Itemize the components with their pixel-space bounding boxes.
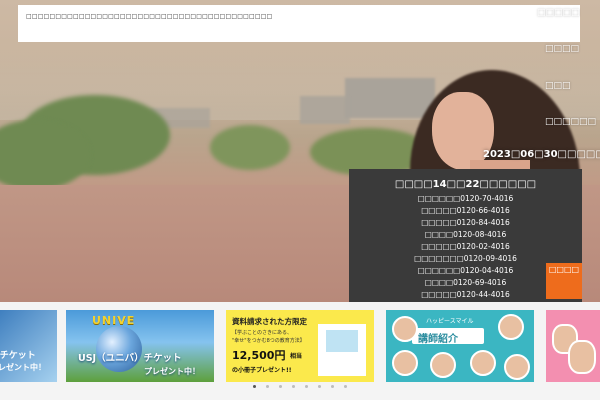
teacher-photo: [430, 352, 456, 378]
teacher-photo: [392, 350, 418, 376]
orange-action-label: □□□□: [548, 265, 580, 274]
brochure-image: [318, 324, 366, 376]
phone-row[interactable]: □□□□□0120-66-4016: [349, 205, 582, 217]
brochure-image-inner: [326, 330, 358, 352]
banner-text: USJ（ユニバ）チケット: [78, 353, 182, 364]
phone-row[interactable]: □□□□□□0120-70-4016: [349, 193, 582, 205]
teacher-photo: [504, 354, 530, 380]
hero-building: [300, 96, 350, 124]
nav-item-3[interactable]: □□□: [545, 81, 571, 91]
banner-text: レゼント中！: [0, 363, 46, 372]
banner-partial-right[interactable]: [546, 310, 600, 382]
banner-usj-ticket[interactable]: UNIVE USJ（ユニバ）チケット プレゼント中！: [66, 310, 214, 382]
nav-item-1[interactable]: □□□□□: [537, 8, 580, 18]
phone-panel-title: □□□□14□□22□□□□□□: [394, 179, 537, 190]
orange-action-button[interactable]: □□□□: [546, 263, 582, 299]
banner-ticket-partial[interactable]: -チケット レゼント中！: [0, 310, 57, 382]
globe-icon: [96, 326, 142, 372]
student-photo: [568, 340, 596, 374]
phone-row[interactable]: □□□□□0120-84-4016: [349, 217, 582, 229]
notice-text: □□□□□□□□□□□□□□□□□□□□□□□□□□□□□□□□□□□□□□□□…: [26, 13, 273, 20]
nav-item-2[interactable]: □□□□: [545, 44, 579, 54]
banner-text: "幸せ"をつかむ8つの教育方法】: [232, 338, 305, 344]
phone-row[interactable]: □□□□□0120-02-4016: [349, 241, 582, 253]
banner-text: -チケット: [0, 351, 36, 361]
pager-dot[interactable]: [305, 385, 308, 388]
nav-item-4[interactable]: □□□□□□: [545, 117, 596, 127]
hero-building: [345, 78, 435, 118]
banner-text: プレゼント中！: [144, 367, 200, 376]
teacher-photo: [498, 314, 524, 340]
pager-dot[interactable]: [344, 385, 347, 388]
banner-text: の小冊子プレゼント!!: [232, 367, 292, 374]
banner-logo-text: UNIVE: [92, 314, 136, 327]
teacher-photo: [392, 316, 418, 342]
date-banner: 2023□06□30□□□□□□: [483, 149, 600, 160]
banner-text: ハッピースマイル: [426, 318, 474, 325]
phone-row[interactable]: □□□□0120-08-4016: [349, 229, 582, 241]
banner-text: 【学ぶことのさきにある、: [232, 330, 292, 336]
banner-title: 講師紹介: [418, 334, 458, 345]
banner-text: 資料請求された方限定: [232, 317, 307, 326]
teacher-photo: [470, 350, 496, 376]
hero-tree: [210, 125, 290, 170]
notice-bar: □□□□□□□□□□□□□□□□□□□□□□□□□□□□□□□□□□□□□□□□…: [18, 5, 580, 42]
banner-text: 相当: [290, 353, 303, 360]
banner-teacher-intro[interactable]: ハッピースマイル 講師紹介: [386, 310, 534, 382]
pager-dot[interactable]: [279, 385, 282, 388]
banner-brochure[interactable]: 資料請求された方限定 【学ぶことのさきにある、 "幸せ"をつかむ8つの教育方法】…: [226, 310, 374, 382]
pager-dot[interactable]: [266, 385, 269, 388]
pager-dot[interactable]: [331, 385, 334, 388]
pager-dot[interactable]: [253, 385, 256, 388]
pager-dot[interactable]: [318, 385, 321, 388]
carousel-pager: [0, 385, 600, 393]
pager-dot[interactable]: [292, 385, 295, 388]
banner-price: 12,500円: [232, 349, 286, 362]
